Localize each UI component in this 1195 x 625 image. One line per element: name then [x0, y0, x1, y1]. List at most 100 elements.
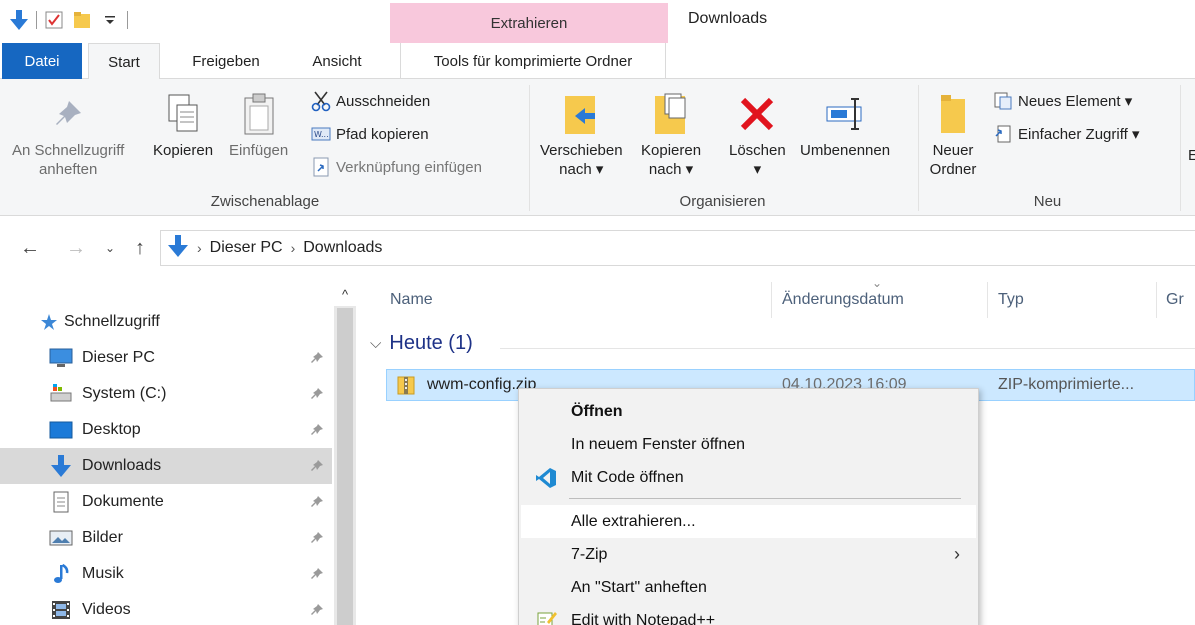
- paste-button[interactable]: Einfügen: [229, 87, 288, 160]
- group-divider: [529, 85, 530, 211]
- ribbon-tabs: Datei Start Freigeben Ansicht Tools für …: [0, 43, 1195, 80]
- breadcrumb-this-pc[interactable]: Dieser PC: [210, 239, 283, 257]
- new-folder-label-1: Neuer: [932, 142, 974, 159]
- move-to-label-1: Verschieben: [540, 142, 623, 159]
- sidebar-item-system-c[interactable]: System (C:): [0, 376, 332, 412]
- sidebar-item-label: Musik: [82, 565, 124, 582]
- navigation-pane: Schnellzugriff Dieser PC System (C:) Des…: [0, 282, 356, 625]
- sidebar-item-music[interactable]: Musik: [0, 556, 332, 592]
- chevron-right-icon: ›: [954, 544, 960, 564]
- pin-icon[interactable]: [308, 529, 326, 547]
- document-icon: [48, 490, 74, 514]
- scroll-up-icon[interactable]: ^: [334, 282, 356, 306]
- pin-icon[interactable]: [308, 493, 326, 511]
- column-divider[interactable]: [771, 282, 772, 318]
- desktop-icon: [48, 418, 74, 442]
- menu-item-open-with-code[interactable]: Mit Code öffnen: [521, 461, 976, 494]
- column-header-date[interactable]: Änderungsdatum: [782, 282, 904, 318]
- easy-access-button[interactable]: Einfacher Zugriff ▾: [992, 122, 1139, 146]
- tab-compressed-folder-tools[interactable]: Tools für komprimierte Ordner: [400, 43, 666, 79]
- menu-item-pin-to-start[interactable]: An "Start" anheften: [521, 571, 976, 604]
- recent-locations-button[interactable]: ⌄: [96, 234, 124, 262]
- sidebar-item-documents[interactable]: Dokumente: [0, 484, 332, 520]
- zip-folder-icon: [395, 373, 417, 397]
- pin-icon[interactable]: [308, 601, 326, 619]
- group-heading-today[interactable]: ⌵ Heute (1): [370, 332, 473, 355]
- cut-button[interactable]: Ausschneiden: [310, 89, 430, 113]
- back-arrow-icon: ←: [20, 236, 40, 259]
- window-title: Downloads: [688, 10, 768, 27]
- column-header-size[interactable]: Gr: [1166, 282, 1184, 318]
- new-item-button[interactable]: Neues Element ▾: [992, 89, 1132, 113]
- copy-to-button[interactable]: Kopieren nach ▾: [641, 87, 701, 179]
- ribbon: An Schnellzugriff anheften Kopieren Einf…: [0, 79, 1195, 216]
- download-arrow-icon[interactable]: [8, 9, 30, 31]
- group-divider: [918, 85, 919, 211]
- sidebar-item-pictures[interactable]: Bilder: [0, 520, 332, 556]
- chevron-down-icon: ⌵: [370, 335, 382, 352]
- pin-icon[interactable]: [308, 349, 326, 367]
- menu-item-open-new-window[interactable]: In neuem Fenster öffnen: [521, 428, 976, 461]
- tab-ansicht[interactable]: Ansicht: [298, 43, 376, 79]
- group-heading-label: Heute (1): [389, 332, 473, 354]
- tab-datei[interactable]: Datei: [2, 43, 82, 79]
- menu-item-extract-all[interactable]: Alle extrahieren...: [521, 505, 976, 538]
- shortcut-icon: [310, 156, 332, 178]
- column-divider[interactable]: [1156, 282, 1157, 318]
- pin-icon[interactable]: [308, 385, 326, 403]
- new-folder-icon[interactable]: [71, 9, 93, 31]
- sidebar-item-desktop[interactable]: Desktop: [0, 412, 332, 448]
- up-arrow-icon: ↑: [135, 236, 145, 259]
- move-to-folder-icon: [557, 87, 605, 141]
- context-menu: Öffnen In neuem Fenster öffnen Mit Code …: [518, 388, 979, 625]
- copy-button[interactable]: Kopieren: [153, 87, 213, 160]
- pin-quick-access-button[interactable]: An Schnellzugriff anheften: [12, 87, 124, 179]
- sidebar-item-downloads[interactable]: Downloads: [0, 448, 332, 484]
- sidebar-item-videos[interactable]: Videos: [0, 592, 332, 625]
- delete-dropdown-caret: ▾: [753, 161, 762, 178]
- paste-shortcut-button[interactable]: Verknüpfung einfügen: [310, 155, 482, 179]
- delete-x-icon: [733, 87, 781, 141]
- properties-icon[interactable]: [43, 9, 65, 31]
- sidebar-item-this-pc[interactable]: Dieser PC: [0, 340, 332, 376]
- pin-icon[interactable]: [308, 457, 326, 475]
- menu-separator: [569, 498, 961, 499]
- column-divider[interactable]: [987, 282, 988, 318]
- delete-button[interactable]: Löschen ▾: [729, 87, 786, 179]
- breadcrumb-downloads[interactable]: Downloads: [303, 239, 382, 257]
- column-header-type[interactable]: Typ: [998, 282, 1024, 318]
- new-folder-button[interactable]: Neuer Ordner: [929, 87, 977, 179]
- back-button[interactable]: ←: [16, 234, 44, 262]
- pin-quick-access-label-2: anheften: [38, 161, 98, 178]
- svg-text:W...: W...: [314, 130, 329, 139]
- menu-item-open[interactable]: Öffnen: [521, 395, 976, 428]
- tab-start[interactable]: Start: [88, 43, 160, 80]
- customize-toolbar-icon[interactable]: [99, 9, 121, 31]
- paste-shortcut-label: Verknüpfung einfügen: [336, 158, 482, 176]
- move-to-button[interactable]: Verschieben nach ▾: [540, 87, 623, 179]
- copy-path-label: Pfad kopieren: [336, 125, 429, 143]
- up-button[interactable]: ↑: [126, 234, 154, 262]
- copy-path-button[interactable]: W... Pfad kopieren: [310, 122, 429, 146]
- pin-icon[interactable]: [308, 421, 326, 439]
- rename-label: Umbenennen: [800, 142, 891, 159]
- clipboard-icon: [235, 87, 283, 141]
- menu-item-7zip[interactable]: 7-Zip ›: [521, 538, 976, 571]
- sidebar-item-quick-access[interactable]: Schnellzugriff: [40, 304, 332, 340]
- column-header-name[interactable]: Name: [390, 282, 433, 318]
- contextual-tab-group: Extrahieren: [390, 3, 668, 43]
- vscode-icon: [535, 467, 557, 489]
- rename-button[interactable]: Umbenennen: [800, 87, 890, 160]
- group-label-organize: Organisieren: [679, 193, 766, 210]
- music-note-icon: [48, 562, 74, 586]
- scrollbar-thumb[interactable]: [337, 308, 353, 625]
- pin-icon[interactable]: [308, 565, 326, 583]
- tab-freigeben[interactable]: Freigeben: [176, 43, 276, 79]
- navigation-scrollbar[interactable]: ^: [334, 282, 356, 625]
- menu-item-edit-with-notepadpp[interactable]: Edit with Notepad++: [521, 604, 976, 625]
- address-bar[interactable]: › Dieser PC › Downloads: [160, 230, 1195, 266]
- menu-item-label: Mit Code öffnen: [571, 468, 684, 486]
- qat-divider: [36, 11, 37, 29]
- ribbon-truncated-button[interactable]: E: [1188, 143, 1195, 167]
- forward-button[interactable]: →: [62, 234, 90, 262]
